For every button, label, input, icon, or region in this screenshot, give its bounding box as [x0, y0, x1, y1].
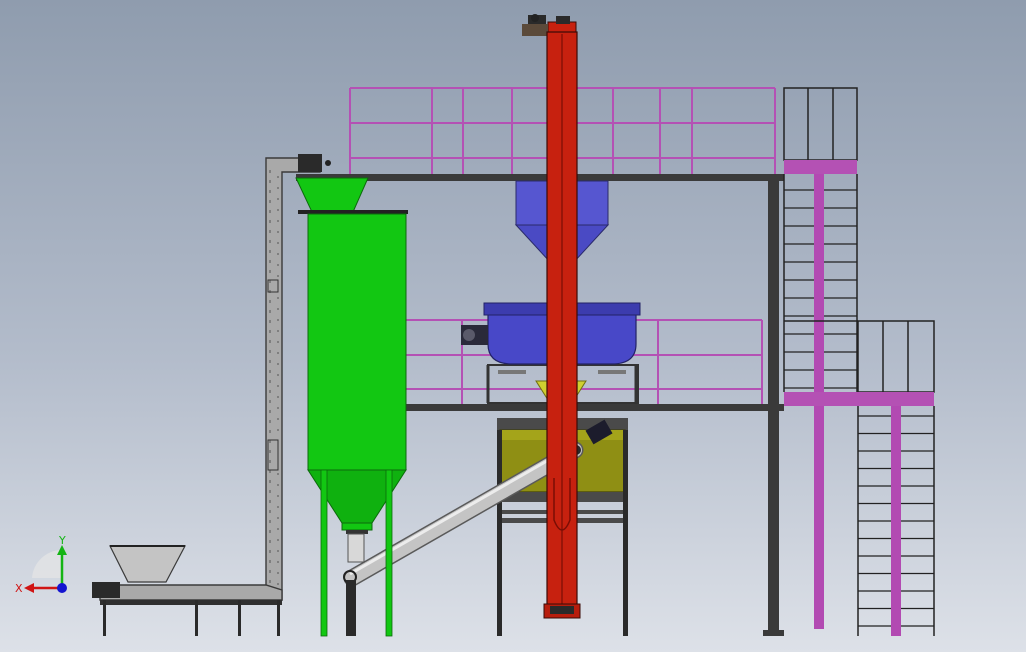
motor-cooling-fan-icon: [463, 329, 475, 341]
stair-tower-lower: [784, 320, 935, 636]
z-axis-dot: [57, 583, 67, 593]
stair-tower-upper: [783, 87, 858, 629]
middle-floor-beam: [404, 404, 784, 411]
plant-elevation-view: Y X: [15, 14, 935, 637]
feed-hopper: [109, 545, 186, 583]
coordinate-triad: Y X: [15, 534, 67, 595]
silo-body: [307, 213, 407, 471]
cad-viewport[interactable]: Y X: [0, 0, 1026, 652]
storage-silo: [295, 177, 408, 637]
column-base-right: [763, 630, 784, 636]
upper-floor-beam: [296, 174, 784, 181]
stair-stringer-lower: [891, 406, 901, 636]
chain-elevator: [92, 154, 331, 636]
frame-column-right: [768, 174, 779, 636]
x-axis-label: X: [15, 582, 23, 595]
silo-discharge-valve: [347, 533, 365, 563]
horizontal-feed-conveyor: [99, 584, 283, 601]
feed-conveyor-motor: [92, 582, 120, 598]
elevator-head-motor: [298, 154, 322, 172]
silo-inlet-funnel: [295, 177, 369, 213]
upper-landing: [784, 160, 857, 174]
y-axis-label: Y: [58, 534, 66, 547]
lower-landing: [784, 392, 934, 406]
